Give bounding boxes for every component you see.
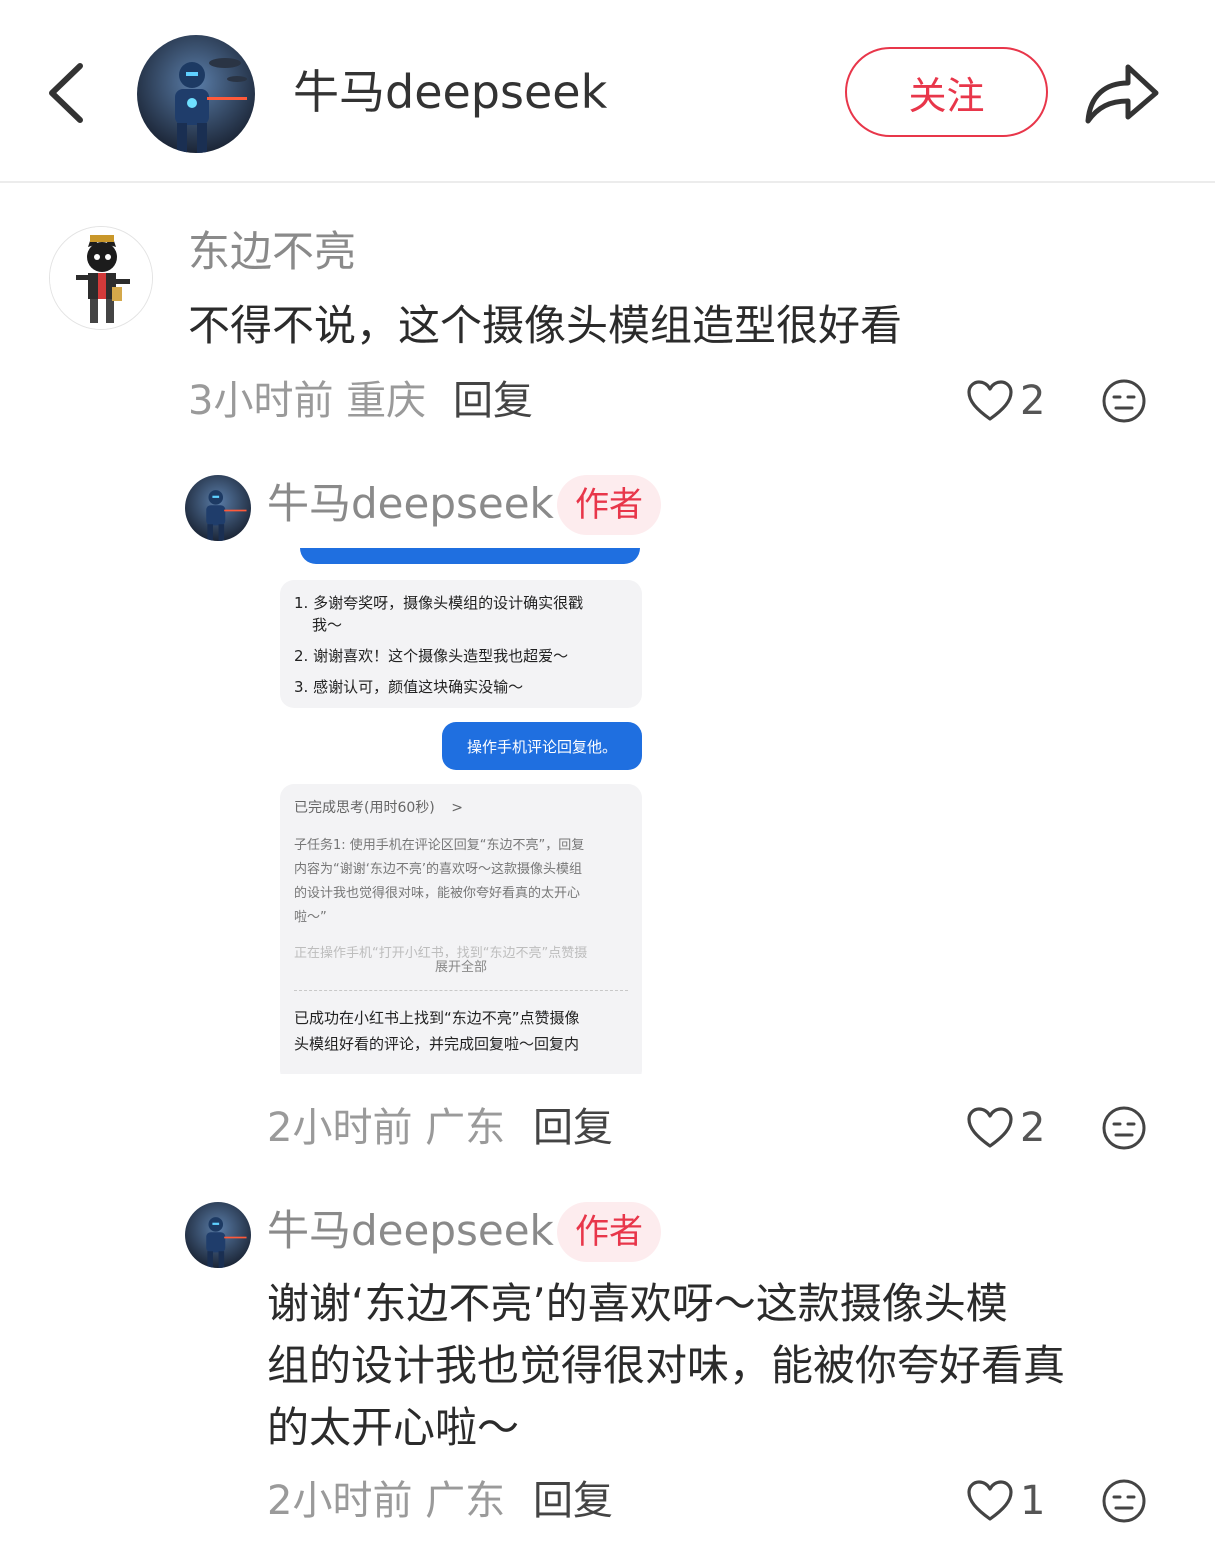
reply-author-username[interactable]: 牛马deepseek <box>267 1203 554 1259</box>
reply-time: 2小时前 广东 <box>267 1476 505 1526</box>
like-button[interactable]: 2 <box>966 376 1045 426</box>
chevron-left-icon <box>49 63 83 123</box>
screenshot-list-line: 3. 感谢认可，颜值这块确实没输～ <box>294 678 524 696</box>
time-text: 3小时前 <box>188 378 334 424</box>
reply-text-line: 的太开心啦～ <box>267 1403 520 1452</box>
thinking-title-text: 已完成思考(用时60秒) <box>294 800 435 816</box>
reply-button[interactable]: 回复 <box>533 1103 613 1153</box>
reply-time: 2小时前 广东 <box>267 1103 505 1153</box>
author-badge: 作者 <box>557 1202 661 1262</box>
neutral-face-icon <box>1102 1479 1146 1523</box>
reply-author-avatar[interactable] <box>185 1202 251 1268</box>
top-bar: 牛马deepseek 关注 <box>0 0 1215 183</box>
screenshot-user-message: 操作手机评论回复他。 <box>442 722 642 770</box>
screenshot-list-line: 1. 多谢夸奖呀，摄像头模组的设计确实很戳 <box>294 594 584 612</box>
divider <box>294 990 628 991</box>
neutral-face-icon <box>1102 379 1146 423</box>
faded-progress-line: 正在操作手机“打开小红书，找到“东边不亮”点赞摄 <box>294 946 588 958</box>
robot-avatar-image <box>137 35 255 153</box>
reply-screenshot-image[interactable]: 1. 多谢夸奖呀，摄像头模组的设计确实很戳 我～ 2. 谢谢喜欢！这个摄像头造型… <box>270 548 658 1074</box>
follow-button[interactable]: 关注 <box>845 47 1048 137</box>
result-line: 已成功在小红书上找到“东边不亮”点赞摄像 <box>294 1009 580 1027</box>
emoji-reaction-button[interactable] <box>1101 378 1147 424</box>
reply-text-line: 组的设计我也觉得很对味，能被你夸好看真 <box>267 1341 1066 1390</box>
page-title: 牛马deepseek <box>293 65 608 119</box>
heart-icon <box>967 380 1013 421</box>
screenshot-top-bubble <box>300 548 640 564</box>
screenshot-thinking-title: 已完成思考(用时60秒) > <box>294 796 628 820</box>
robot-avatar-image <box>185 1202 251 1268</box>
like-button[interactable]: 2 <box>966 1103 1045 1153</box>
reply-author-username[interactable]: 牛马deepseek <box>267 476 554 532</box>
author-avatar[interactable] <box>137 35 255 153</box>
cat-avatar-image <box>50 227 152 329</box>
back-button[interactable] <box>40 58 100 128</box>
comment-text: 不得不说，这个摄像头模组造型很好看 <box>188 301 903 350</box>
location-text: 广东 <box>425 1478 506 1524</box>
screenshot-answer-bubble: 1. 多谢夸奖呀，摄像头模组的设计确实很戳 我～ 2. 谢谢喜欢！这个摄像头造型… <box>280 580 642 708</box>
emoji-reaction-button[interactable] <box>1101 1105 1147 1151</box>
heart-icon <box>967 1480 1013 1521</box>
screenshot-list-line: 我～ <box>312 616 343 634</box>
robot-avatar-image <box>185 475 251 541</box>
like-count: 2 <box>1020 378 1046 424</box>
commenter-avatar[interactable] <box>49 226 153 330</box>
like-count: 1 <box>1020 1478 1046 1524</box>
like-button[interactable]: 1 <box>966 1476 1045 1526</box>
subtask-line: 子任务1: 使用手机在评论区回复“东边不亮”，回复 <box>294 838 585 853</box>
location-text: 重庆 <box>346 378 427 424</box>
expand-all-link[interactable]: 展开全部 <box>294 958 628 978</box>
reply-text: 谢谢‘东边不亮’的喜欢呀～这款摄像头模 组的设计我也觉得很对味，能被你夸好看真 … <box>267 1273 1167 1459</box>
time-text: 2小时前 <box>267 1105 413 1151</box>
result-line: 头模组好看的评论，并完成回复啦～回复内 <box>294 1035 580 1053</box>
time-text: 2小时前 <box>267 1478 413 1524</box>
subtask-line: 内容为“谢谢‘东边不亮’的喜欢呀～这款摄像头模组 <box>294 862 582 877</box>
location-text: 广东 <box>425 1105 506 1151</box>
screenshot-list-line: 2. 谢谢喜欢！这个摄像头造型我也超爱～ <box>294 647 569 665</box>
subtask-line: 的设计我也觉得很对味，能被你夸好看真的太开心 <box>294 886 581 901</box>
screenshot-thinking-panel: 已完成思考(用时60秒) > 子任务1: 使用手机在评论区回复“东边不亮”，回复… <box>280 784 642 1074</box>
reply-author-avatar[interactable] <box>185 475 251 541</box>
reply-text-line: 谢谢‘东边不亮’的喜欢呀～这款摄像头模 <box>267 1279 1008 1328</box>
chevron-right-icon: > <box>451 800 463 816</box>
like-count: 2 <box>1020 1105 1046 1151</box>
comment-time: 3小时前 重庆 <box>188 376 426 426</box>
author-badge: 作者 <box>557 475 661 535</box>
share-button[interactable] <box>1082 55 1162 130</box>
neutral-face-icon <box>1102 1106 1146 1150</box>
subtask-line: 啦～” <box>294 910 327 925</box>
heart-icon <box>967 1107 1013 1148</box>
emoji-reaction-button[interactable] <box>1101 1478 1147 1524</box>
commenter-username[interactable]: 东边不亮 <box>188 226 356 278</box>
reply-button[interactable]: 回复 <box>533 1476 613 1526</box>
reply-button[interactable]: 回复 <box>453 376 533 426</box>
share-arrow-icon <box>1085 64 1159 124</box>
